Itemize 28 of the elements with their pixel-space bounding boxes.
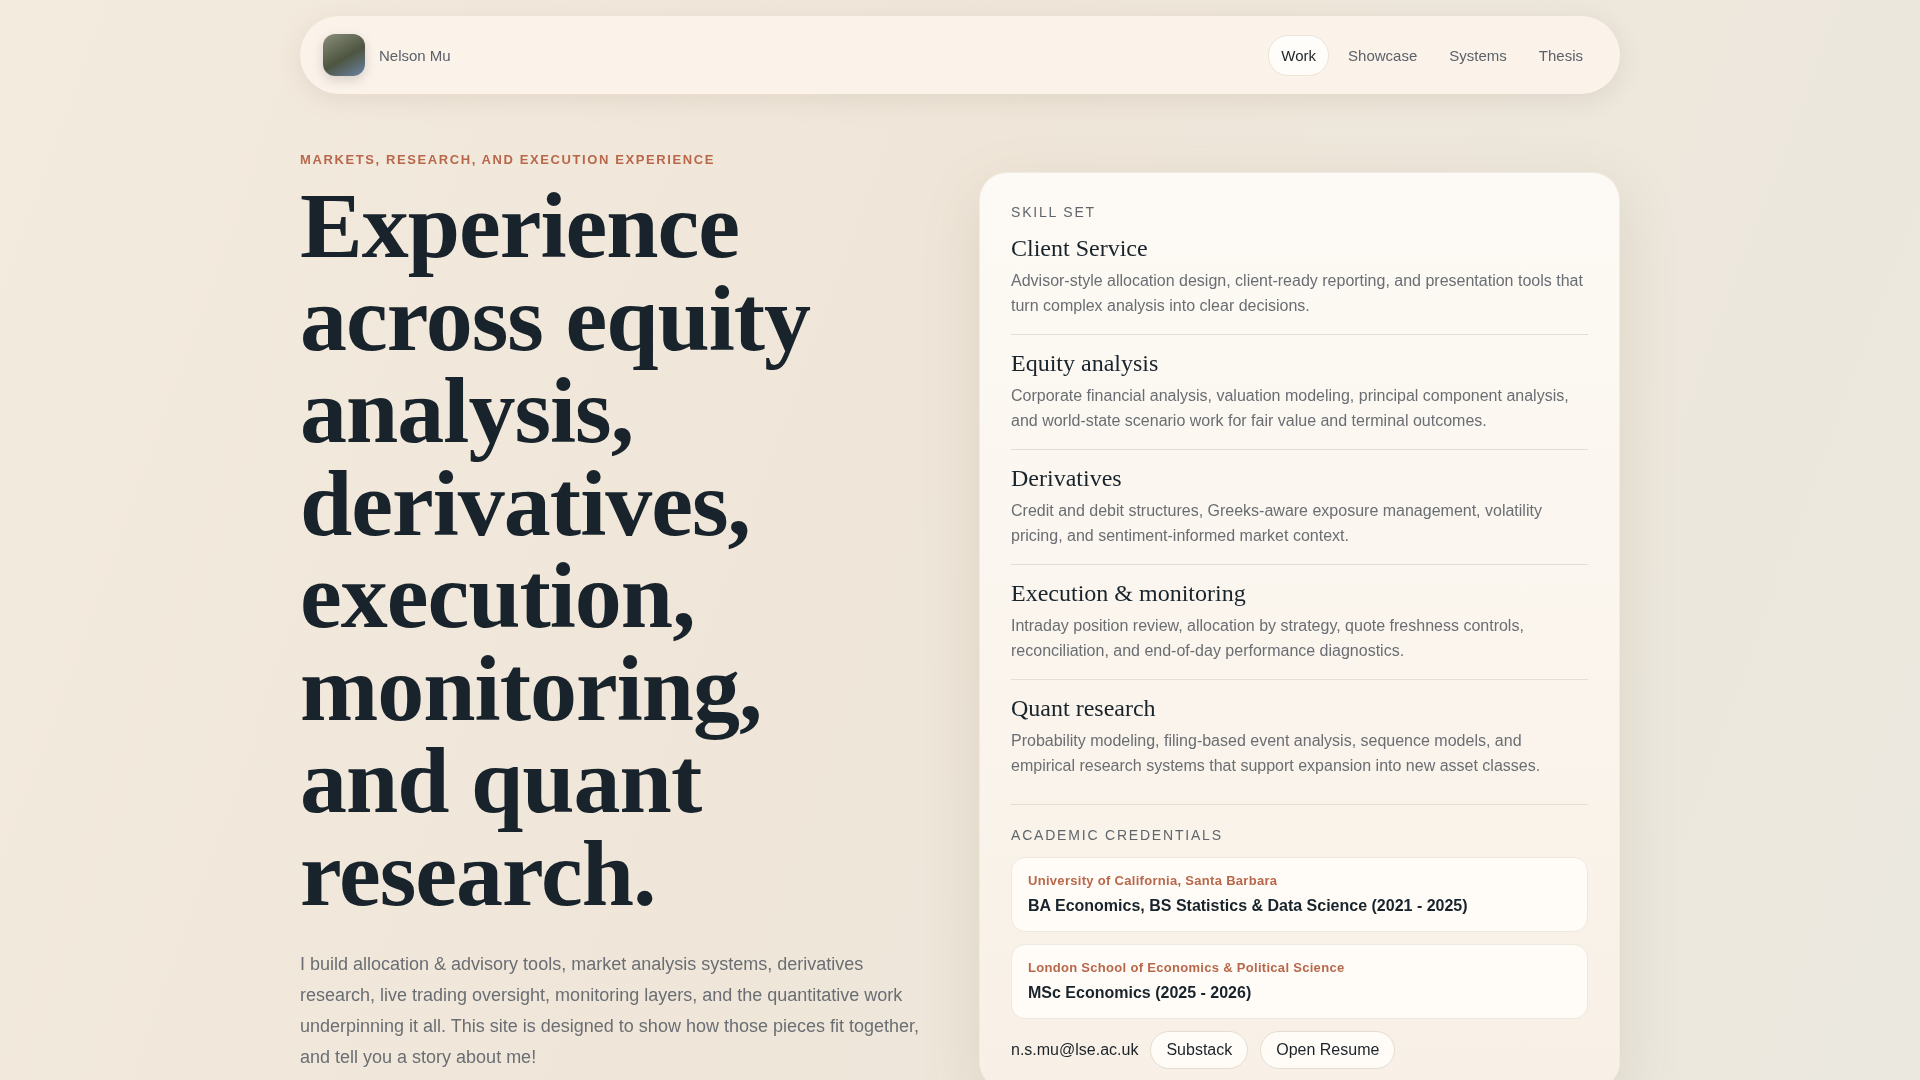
nav-link[interactable]: Systems [1436,34,1520,76]
section-label: ACADEMIC CREDENTIALS [1011,827,1224,843]
skill-description: Probability modeling, filing-based event analysis, sequence models, and empirical research systems that support expansion into new asset classes. [1011,731,1542,776]
skill-title: Quant research [1011,694,1157,723]
degree-text: BA Economics, BS Statistics & Data Science (2021 - 2025) [1028,897,1469,915]
skill-description: Intraday position review, allocation by strategy, quote freshness controls, reconciliation, and end-of-day performance diagnostics. [1011,616,1525,661]
section-label: SKILL SET [1011,204,1097,220]
nav-link[interactable]: Work [1268,34,1330,76]
skill-title: Execution & monitoring [1011,579,1247,608]
hero-headline: Experience across equity analysis, derivatives, execution, monitoring, and quant research. [300,179,812,919]
skill-description: Corporate financial analysis, valuation modeling, principal component analysis, and world-state scenario work for fair value and terminal outcomes. [1011,386,1570,431]
skill-title: Client Service [1011,234,1149,263]
section-eyebrow: MARKETS, RESEARCH, AND EXECUTION EXPERIENCE [300,152,717,167]
school-name: University of California, Santa Barbara [1028,873,1279,888]
degree-text: MSc Economics (2025 - 2026) [1028,984,1253,1002]
nav-link[interactable]: Showcase [1335,34,1431,76]
email-link[interactable]: n.s.mu@lse.ac.uk [1011,1041,1139,1059]
avatar-photo-placeholder [323,34,365,76]
site-owner-name[interactable]: Nelson Mu [379,46,451,64]
link-button[interactable]: Open Resume [1260,1031,1396,1069]
skill-title: Derivatives [1011,464,1123,493]
school-name: London School of Economics & Political Science [1028,960,1346,975]
intro-paragraph: I build allocation & advisory tools, market analysis systems, derivatives research, live trading oversight, monitoring layers, and the quantitative work underpinning it all. This site is designed to show how those pieces fit together, and tell you a story about me! [300,953,921,1069]
link-button[interactable]: Substack [1150,1031,1249,1069]
skill-title: Equity analysis [1011,349,1160,378]
nav-link[interactable]: Thesis [1525,34,1596,76]
skill-description: Credit and debit structures, Greeks-aware exposure management, volatility pricing, and sentiment-informed market context. [1011,501,1543,546]
skill-description: Advisor-style allocation design, client-ready reporting, and presentation tools that turn complex analysis into clear decisions. [1011,271,1584,316]
